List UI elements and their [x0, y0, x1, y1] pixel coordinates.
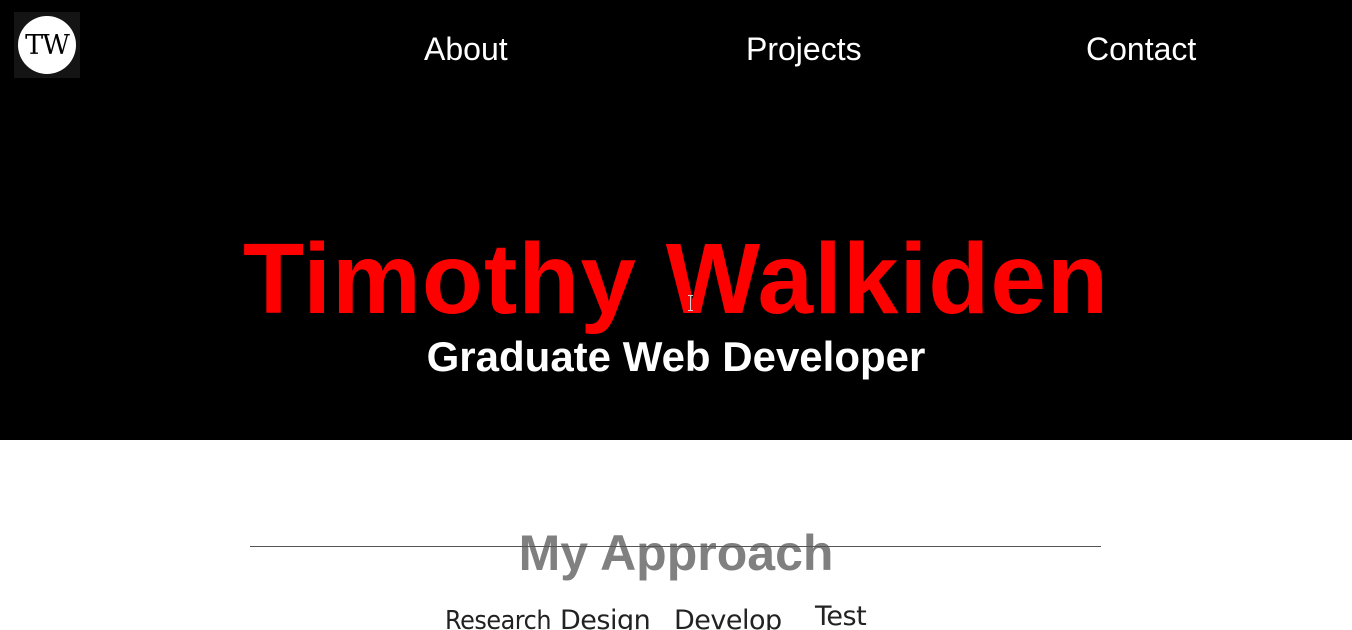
- section-divider: [250, 546, 1101, 547]
- hero-banner: TW About Projects Contact Timothy Walkid…: [0, 0, 1352, 440]
- approach-step-develop: Develop: [674, 605, 782, 630]
- approach-step-design: Design: [560, 605, 651, 630]
- logo[interactable]: TW: [14, 12, 80, 78]
- nav-link-about[interactable]: About: [424, 30, 508, 68]
- section-title: My Approach: [518, 524, 834, 581]
- nav-link-contact[interactable]: Contact: [1086, 30, 1196, 68]
- approach-step-test: Test: [815, 601, 867, 630]
- logo-badge: TW: [18, 16, 76, 74]
- nav-link-projects[interactable]: Projects: [746, 30, 862, 68]
- text-cursor-icon: [688, 295, 693, 311]
- approach-step-research: Research: [445, 606, 552, 630]
- hero-name: Timothy Walkiden: [242, 223, 1110, 335]
- hero-subtitle: Graduate Web Developer: [426, 332, 926, 380]
- approach-steps-image: Research Design Develop Test: [440, 600, 880, 630]
